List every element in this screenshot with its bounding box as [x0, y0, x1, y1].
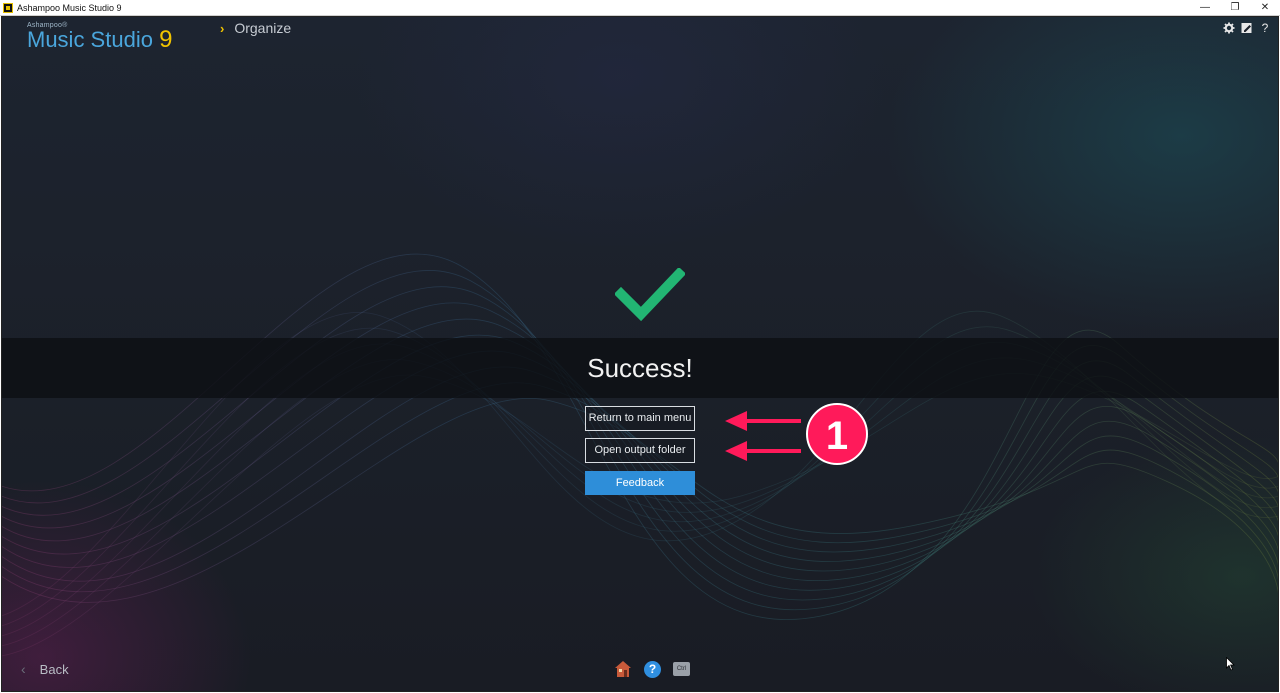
restore-button[interactable]: ❐: [1220, 0, 1250, 16]
gear-icon[interactable]: [1223, 22, 1235, 34]
back-label: Back: [39, 661, 69, 677]
home-icon[interactable]: [614, 660, 632, 678]
annotation-number-badge: 1: [806, 403, 868, 465]
app-brand: Ashampoo® Music Studio 9: [27, 22, 173, 53]
checkmark-icon: [615, 268, 685, 322]
app-logo-icon: [3, 2, 13, 13]
success-title: Success!: [587, 353, 693, 383]
chevron-right-icon: ›: [220, 20, 225, 36]
keyboard-shortcuts-icon[interactable]: Ctrl: [673, 662, 690, 676]
open-output-folder-button[interactable]: Open output folder: [585, 438, 695, 463]
return-to-main-menu-button[interactable]: Return to main menu: [585, 406, 695, 431]
brand-version: 9: [159, 26, 173, 53]
breadcrumb-organize[interactable]: Organize: [234, 20, 291, 36]
chevron-left-icon: ‹: [21, 661, 26, 677]
footer-toolbar: ? Ctrl: [614, 660, 690, 678]
brand-title-text: Music Studio: [27, 27, 153, 52]
minimize-button[interactable]: —: [1190, 0, 1220, 16]
breadcrumb: › Organize: [220, 20, 291, 36]
feedback-button[interactable]: Feedback: [585, 471, 695, 495]
brand-title: Music Studio 9: [27, 26, 173, 53]
window-title: Ashampoo Music Studio 9: [17, 2, 122, 13]
mouse-cursor-icon: [1226, 657, 1235, 671]
help-circle-icon[interactable]: ?: [644, 660, 661, 678]
window-controls: — ❐ ✕: [1190, 0, 1280, 16]
back-button[interactable]: ‹ Back: [21, 661, 69, 677]
app-window: Ashampoo® Music Studio 9 › Organize ? Su…: [1, 16, 1279, 692]
edit-icon[interactable]: [1241, 22, 1253, 34]
os-title-bar: Ashampoo Music Studio 9 — ❐ ✕: [0, 0, 1280, 16]
help-icon[interactable]: ?: [1259, 22, 1271, 34]
close-button[interactable]: ✕: [1250, 0, 1280, 16]
header-toolbar: ?: [1223, 22, 1271, 34]
